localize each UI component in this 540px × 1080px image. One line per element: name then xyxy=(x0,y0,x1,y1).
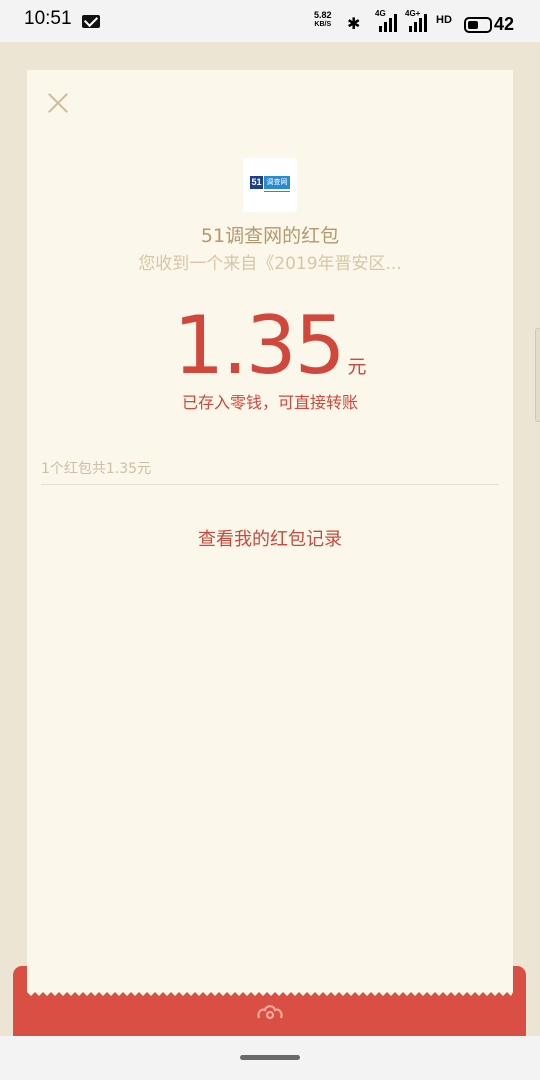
sim2-network-tag: 4G+ xyxy=(405,9,421,18)
sender-avatar: 51 调查网 xyxy=(243,158,297,212)
network-speed-value: 5.82 xyxy=(314,10,332,20)
card-zigzag-edge xyxy=(27,986,513,996)
signal-sim2-icon: 4G+ xyxy=(405,9,427,32)
battery-icon xyxy=(464,17,492,33)
mail-notification-icon xyxy=(82,15,100,28)
network-speed-unit: KB/S xyxy=(314,21,332,28)
deposit-note: 已存入零钱，可直接转账 xyxy=(181,393,358,412)
red-packet-detail-card: 51 调查网 51调查网的红包 您收到一个来自《2019年晋安区... 1.35… xyxy=(27,70,513,990)
amount-value: 1.35 xyxy=(173,299,345,392)
packet-source-text: 您收到一个来自《2019年晋安区... xyxy=(138,254,402,274)
view-records-link[interactable]: 查看我的红包记录 xyxy=(27,525,513,551)
close-button[interactable] xyxy=(41,86,75,120)
packet-summary: 1个红包共1.35元 xyxy=(41,461,152,477)
status-time: 10:51 xyxy=(24,8,72,29)
amount-unit: 元 xyxy=(347,356,367,378)
signal-sim1-icon: 4G xyxy=(375,9,397,32)
home-gesture-bar[interactable] xyxy=(240,1055,300,1060)
status-bar: 10:51 5.82 KB/S ✱ 4G 4G+ HD 42 xyxy=(0,0,540,42)
network-speed: 5.82 KB/S xyxy=(314,10,332,30)
edge-handle[interactable] xyxy=(535,328,540,422)
logo-text: 调查网 xyxy=(264,176,290,189)
navigation-bar xyxy=(0,1036,540,1080)
bluetooth-icon: ✱ xyxy=(347,14,361,33)
hd-voice-icon: HD xyxy=(436,14,452,26)
survey-site-logo: 51 调查网 xyxy=(250,176,290,192)
sender-title: 51调查网的红包 xyxy=(200,225,340,247)
logo-number: 51 xyxy=(250,176,263,189)
divider xyxy=(41,484,499,485)
battery-level: 42 xyxy=(494,14,515,34)
sim1-network-tag: 4G xyxy=(375,9,386,18)
amount-display: 1.35 元 xyxy=(27,300,513,392)
auspicious-cloud-icon xyxy=(257,1005,283,1020)
